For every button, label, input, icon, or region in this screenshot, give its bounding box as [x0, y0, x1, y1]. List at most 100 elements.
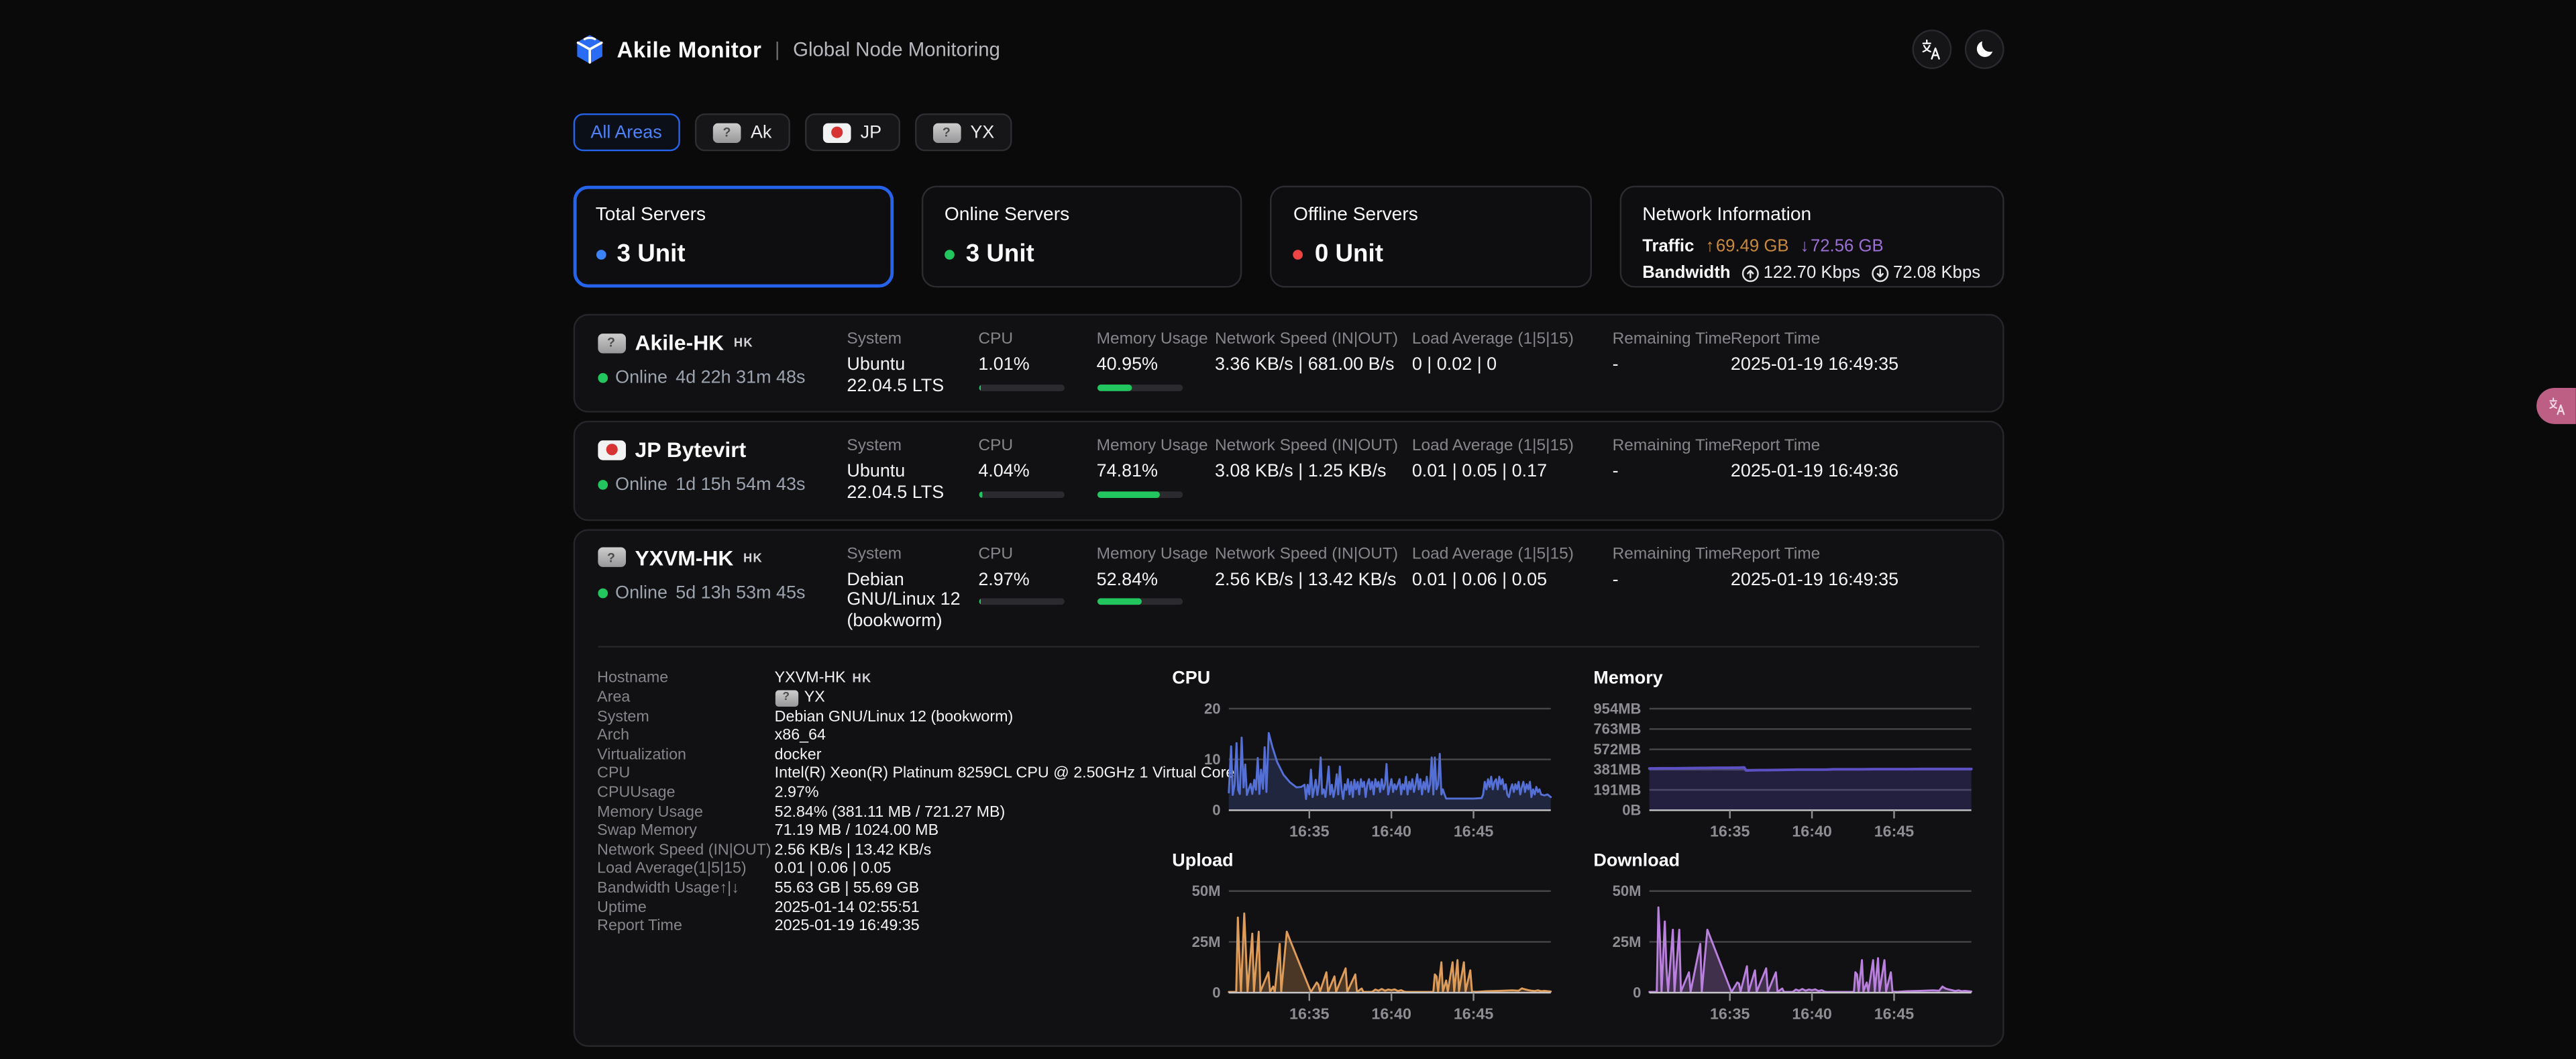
memory-chart: Memory 0B191MB381MB572MB763MB954MB16:351…	[1593, 670, 1978, 849]
stat-title: Online Servers	[945, 205, 1220, 225]
tab-label: JP	[861, 122, 881, 142]
download-chart: Download 025M50M16:3516:4016:45	[1593, 852, 1978, 1031]
detail-value: x86_64	[775, 727, 826, 746]
svg-text:16:40: 16:40	[1371, 823, 1410, 841]
theme-toggle-button[interactable]	[1964, 30, 2004, 69]
server-identity: JP Bytevirt Online 1d 15h 54m 43s	[597, 438, 847, 504]
report-time-column: Report Time 2025-01-19 16:49:35	[1731, 545, 1979, 632]
stat-title: Network Information	[1642, 205, 1980, 225]
traffic-upload: ↑69.49 GB	[1706, 237, 1789, 256]
svg-text:50M: 50M	[1191, 883, 1220, 900]
stat-value: 0 Unit	[1315, 240, 1383, 268]
traffic-line: Traffic ↑69.49 GB ↓72.56 GB	[1642, 237, 1980, 256]
memory-column: Memory Usage 40.95%	[1097, 330, 1215, 397]
detail-label: Uptime	[597, 899, 774, 917]
detail-label: System	[597, 708, 774, 727]
tab-yx[interactable]: ? YX	[914, 113, 1012, 151]
moon-icon	[1972, 38, 1995, 60]
tab-ak[interactable]: ? Ak	[695, 113, 790, 151]
uptime-text: 4d 22h 31m 48s	[676, 368, 805, 388]
online-dot	[597, 481, 607, 491]
header-actions	[1911, 30, 2003, 69]
detail-row: Load Average(1|5|15)0.01 | 0.06 | 0.05	[597, 860, 1172, 879]
memory-progress-bar	[1097, 491, 1182, 498]
brand: Akile Monitor | Global Node Monitoring	[572, 33, 1000, 66]
app-header: Akile Monitor | Global Node Monitoring	[572, 30, 2003, 69]
tab-all-areas[interactable]: All Areas	[572, 113, 680, 151]
status-text: Online	[615, 368, 667, 388]
server-region-tag: HK	[743, 550, 763, 564]
load-average-column: Load Average (1|5|15) 0 | 0.02 | 0	[1412, 330, 1613, 397]
server-name: YXVM-HK	[635, 545, 733, 570]
japan-flag-icon	[822, 122, 851, 142]
stat-card-network-information[interactable]: Network Information Traffic ↑69.49 GB ↓7…	[1619, 186, 2004, 288]
uptime-text: 5d 13h 53m 45s	[676, 583, 805, 602]
chart-title: Upload	[1172, 852, 1557, 872]
detail-value: 2.97%	[775, 784, 819, 803]
cpu-progress-bar	[978, 384, 1063, 391]
detail-row: CPUUsage2.97%	[597, 784, 1172, 803]
detail-label: Hostname	[597, 670, 774, 689]
stat-value: 3 Unit	[617, 240, 686, 268]
traffic-label: Traffic	[1642, 237, 1694, 256]
detail-label: Network Speed (IN|OUT)	[597, 841, 774, 860]
stat-card-online-servers[interactable]: Online Servers 3 Unit	[922, 186, 1243, 288]
detail-row: SystemDebian GNU/Linux 12 (bookworm)	[597, 708, 1172, 727]
unknown-flag-icon: ?	[932, 122, 961, 142]
detail-row: Area?YX	[597, 689, 1172, 707]
svg-text:191MB: 191MB	[1593, 783, 1641, 799]
green-status-dot	[945, 249, 955, 259]
detail-row: Bandwidth Usage↑|↓55.63 GB | 55.69 GB	[597, 879, 1172, 898]
svg-text:381MB: 381MB	[1593, 762, 1641, 778]
floating-translate-button[interactable]	[2536, 388, 2576, 424]
unknown-flag-icon: ?	[775, 690, 798, 706]
detail-value: 2.56 KB/s | 13.42 KB/s	[775, 841, 932, 860]
svg-text:16:35: 16:35	[1710, 1006, 1750, 1023]
server-row-yxvm-hk-expanded[interactable]: ? YXVM-HK HK Online 5d 13h 53m 45s Syste…	[572, 528, 2003, 1048]
load-average-column: Load Average (1|5|15) 0.01 | 0.06 | 0.05	[1412, 545, 1613, 632]
svg-text:16:35: 16:35	[1710, 823, 1750, 841]
cpu-progress-bar	[978, 491, 1063, 498]
bandwidth-download: 72.08 Kbps	[1872, 263, 1980, 283]
cpu-chart: CPU 0102016:3516:4016:45	[1172, 670, 1557, 849]
online-dot	[597, 588, 607, 598]
uptime-text: 1d 15h 54m 43s	[676, 475, 805, 495]
server-row-akile-hk[interactable]: ? Akile-HK HK Online 4d 22h 31m 48s Syst…	[572, 314, 2003, 413]
load-average-column: Load Average (1|5|15) 0.01 | 0.05 | 0.17	[1412, 438, 1613, 504]
svg-text:0: 0	[1633, 985, 1641, 1002]
detail-row: CPUIntel(R) Xeon(R) Platinum 8259CL CPU …	[597, 765, 1172, 784]
detail-row: Swap Memory71.19 MB / 1024.00 MB	[597, 822, 1172, 841]
server-list: ? Akile-HK HK Online 4d 22h 31m 48s Syst…	[572, 314, 2003, 1048]
stat-value: 3 Unit	[966, 240, 1034, 268]
svg-text:16:45: 16:45	[1453, 1006, 1493, 1023]
tab-label: YX	[970, 122, 994, 142]
stat-card-total-servers[interactable]: Total Servers 3 Unit	[572, 186, 894, 288]
remaining-time-column: Remaining Time -	[1613, 330, 1731, 397]
stat-card-offline-servers[interactable]: Offline Servers 0 Unit	[1271, 186, 1592, 288]
detail-row: Uptime2025-01-14 02:55:51	[597, 899, 1172, 917]
tab-jp[interactable]: JP	[804, 113, 900, 151]
server-identity: ? YXVM-HK HK Online 5d 13h 53m 45s	[597, 545, 847, 632]
detail-value: 52.84% (381.11 MB / 721.27 MB)	[775, 803, 1006, 822]
server-row-jp-bytevirt[interactable]: JP Bytevirt Online 1d 15h 54m 43s System…	[572, 421, 2003, 521]
svg-text:25M: 25M	[1191, 934, 1220, 951]
detail-value: 2025-01-14 02:55:51	[775, 899, 920, 917]
area-tabs: All Areas ? Ak JP ? YX	[572, 113, 2003, 151]
svg-text:20: 20	[1203, 701, 1220, 717]
detail-value: 55.63 GB | 55.69 GB	[775, 879, 920, 898]
bandwidth-upload: 122.70 Kbps	[1742, 263, 1860, 283]
status-text: Online	[615, 475, 667, 495]
up-arrow-icon: ↑	[1706, 237, 1715, 256]
detail-value: 71.19 MB / 1024.00 MB	[775, 822, 938, 841]
unknown-flag-icon: ?	[597, 333, 625, 352]
language-toggle-button[interactable]	[1911, 30, 1951, 69]
down-arrow-icon: ↓	[1801, 237, 1809, 256]
detail-value: ?YX	[775, 689, 825, 707]
detail-row: Network Speed (IN|OUT)2.56 KB/s | 13.42 …	[597, 841, 1172, 860]
network-speed-column: Network Speed (IN|OUT) 2.56 KB/s | 13.42…	[1215, 545, 1412, 632]
server-region-tag: HK	[852, 670, 871, 689]
cpu-column: CPU 4.04%	[978, 438, 1096, 504]
detail-label: CPU	[597, 765, 774, 784]
detail-label: Bandwidth Usage↑|↓	[597, 879, 774, 898]
translate-icon	[1919, 37, 1943, 62]
